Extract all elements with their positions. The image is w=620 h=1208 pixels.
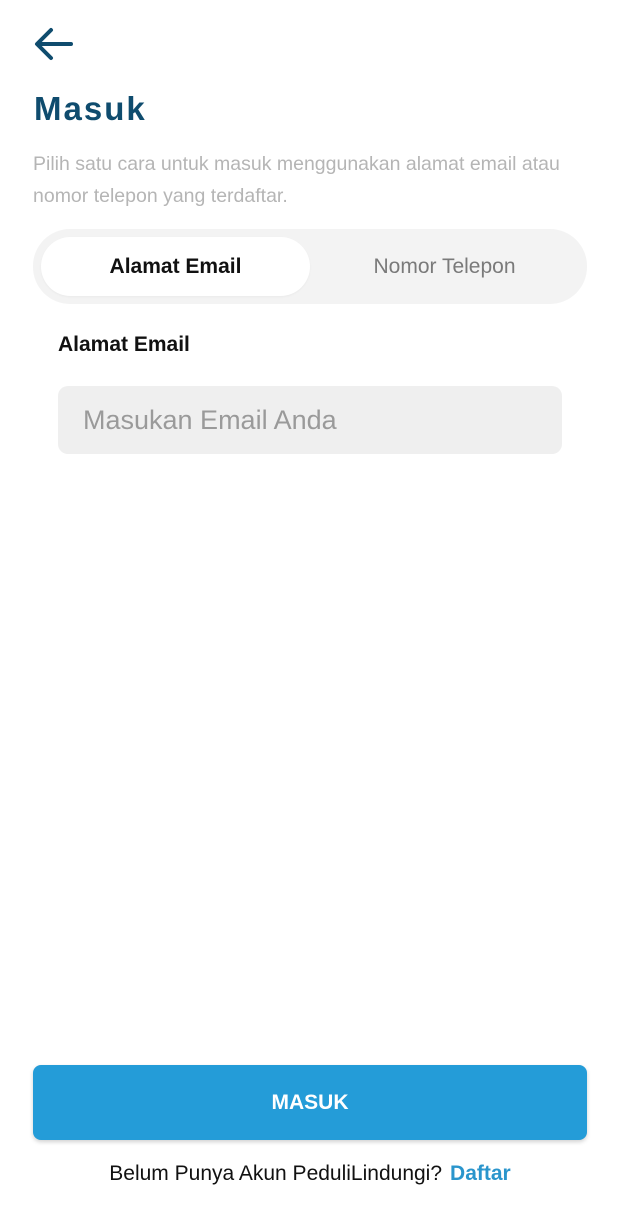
tab-email[interactable]: Alamat Email (41, 237, 310, 296)
login-method-tabs: Alamat Email Nomor Telepon (33, 229, 587, 304)
register-prompt: Belum Punya Akun PeduliLindungi? (109, 1162, 443, 1185)
back-button[interactable] (30, 24, 76, 64)
email-field-label: Alamat Email (58, 333, 190, 356)
page-title: Masuk (34, 90, 147, 127)
page-subtitle: Pilih satu cara untuk masuk menggunakan … (33, 153, 560, 207)
login-button[interactable]: MASUK (33, 1065, 587, 1140)
tab-phone[interactable]: Nomor Telepon (310, 237, 579, 296)
arrow-left-icon (35, 28, 73, 60)
email-input[interactable] (58, 386, 562, 454)
register-link[interactable]: Daftar (450, 1162, 511, 1185)
register-row: Belum Punya Akun PeduliLindungi? Daftar (0, 1162, 620, 1186)
